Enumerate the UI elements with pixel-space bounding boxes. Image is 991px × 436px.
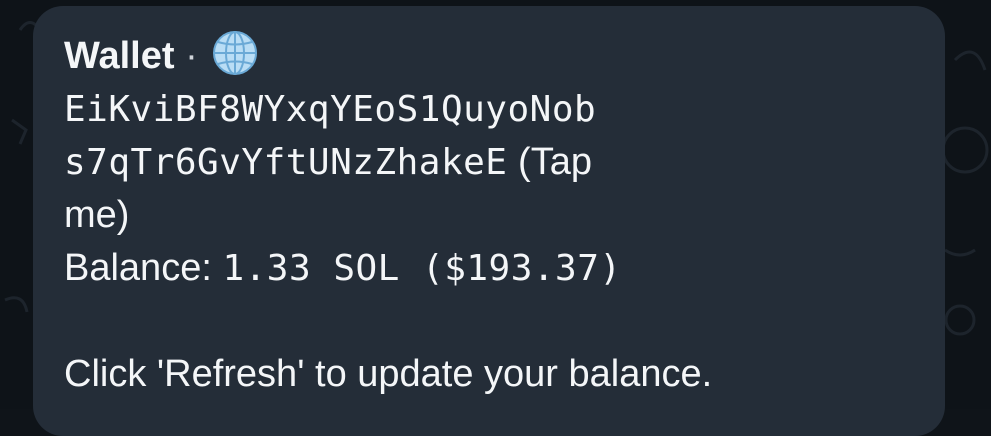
balance-label: Balance: <box>64 247 212 289</box>
balance-value: 1.33 SOL ($193.37) <box>222 248 622 289</box>
balance-line: Balance: 1.33 SOL ($193.37) <box>64 242 924 295</box>
tap-hint-part-2: me) <box>64 194 130 236</box>
tap-hint-line: me) <box>64 189 924 242</box>
globe-icon <box>213 31 258 75</box>
wallet-message: Wallet · EiKviBF8WYxqYEoS1QuyoNob s7qTr6… <box>64 30 924 401</box>
refresh-hint: Click 'Refresh' to update your balance. <box>64 353 713 395</box>
tap-hint-part-1: (Tap <box>518 141 592 183</box>
wallet-header: Wallet · <box>64 30 924 83</box>
wallet-address-line-1[interactable]: EiKviBF8WYxqYEoS1QuyoNob <box>64 83 924 136</box>
wallet-address-part-2[interactable]: s7qTr6GvYftUNzZhakeE <box>64 142 507 183</box>
separator: · <box>185 35 198 77</box>
wallet-label: Wallet <box>64 35 175 77</box>
wallet-address-line-2[interactable]: s7qTr6GvYftUNzZhakeE (Tap <box>64 136 924 189</box>
wallet-address-part-1[interactable]: EiKviBF8WYxqYEoS1QuyoNob <box>64 89 596 130</box>
